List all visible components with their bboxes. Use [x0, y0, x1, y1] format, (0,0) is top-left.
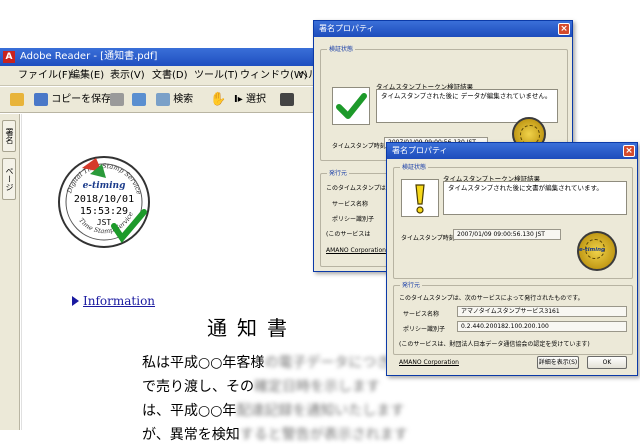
checkmark-icon: [336, 93, 367, 119]
verify-status-label: 検証状態: [327, 44, 356, 53]
search-button[interactable]: 検索: [156, 91, 193, 109]
information-link[interactable]: Information: [72, 294, 155, 308]
hand-tool-button[interactable]: ✋: [210, 91, 226, 109]
document-page: Digital Time Stamp Service Time Stamp Se…: [21, 114, 432, 443]
document-title: 通知書: [207, 316, 297, 340]
seal-logo: e-timing: [83, 181, 126, 191]
summary-text: タイムスタンプされた後に文書が編集されています。: [448, 184, 603, 192]
body-text-blurred: すると警告が表示されます: [239, 427, 408, 443]
menu-document[interactable]: 文書(D): [152, 66, 188, 86]
navigation-sidebar: 署名 ページ: [0, 114, 20, 430]
seal-logo: e-timing: [579, 247, 605, 253]
issuer-name: AMANO Corporation: [399, 359, 459, 366]
dialog-title: 署名プロパティ: [392, 146, 448, 155]
camera-icon: [280, 92, 294, 106]
print-button[interactable]: [110, 91, 124, 109]
dialog-titlebar[interactable]: 署名プロパティ: [314, 21, 572, 37]
signature-properties-dialog-warning: 署名プロパティ × 検証状態 タイムスタンプトークン検証結果 タイムスタンプされ…: [386, 142, 638, 376]
body-text-blurred: 配達記録を通知いたします: [236, 403, 405, 419]
body-line: が、異常を検知すると警告が表示されます: [142, 424, 408, 444]
timestamp-label: タイムスタンプ時刻: [401, 235, 455, 242]
service-note: (このサービスは、財団法人日本データ通信協会の認定を受けています): [399, 341, 590, 348]
exclamation-icon: [415, 184, 425, 214]
body-text-blurred: 確定日時を示します: [254, 379, 380, 395]
issuer-label: 発行元: [327, 168, 350, 177]
menu-tools[interactable]: ツール(T): [194, 66, 238, 86]
policy-id-label: ポリシー識別子: [332, 216, 375, 223]
window-title: Adobe Reader - [通知書.pdf]: [20, 51, 158, 62]
service-name-label: サービス名称: [332, 201, 369, 208]
policy-id-label: ポリシー識別子: [403, 326, 446, 333]
body-text: で売り渡し、その: [142, 379, 254, 395]
adobe-reader-window: A Adobe Reader - [通知書.pdf] ファイル(F) 編集(E)…: [0, 48, 432, 443]
show-details-button[interactable]: 詳細を表示(S): [537, 356, 579, 369]
hand-icon: ✋: [210, 92, 227, 107]
dialog-titlebar[interactable]: 署名プロパティ: [387, 143, 637, 159]
service-note: (このサービスは: [326, 231, 371, 238]
issuer-label: 発行元: [400, 280, 423, 289]
email-button[interactable]: [132, 91, 146, 109]
timestamp-label: タイムスタンプ時刻: [332, 143, 386, 150]
tab-pages[interactable]: ページ: [2, 158, 16, 200]
menu-edit[interactable]: 編集(E): [70, 66, 104, 86]
issuer-intro: このタイムスタンプは、: [326, 185, 392, 192]
issuer-intro: このタイムスタンプは、次のサービスによって発行されたものです。: [399, 295, 584, 302]
body-line: は、平成○○年配達記録を通知いたします: [142, 400, 404, 420]
timestamp-seal[interactable]: Digital Time Stamp Service Time Stamp Se…: [56, 154, 152, 250]
valid-status-box: [332, 87, 370, 125]
body-line: で売り渡し、その確定日時を示します: [142, 376, 380, 396]
timestamp-field: 2007/01/09 09:00:56.130 JST: [453, 229, 561, 240]
seal-timezone: JST: [97, 218, 112, 227]
reader-titlebar[interactable]: A Adobe Reader - [通知書.pdf]: [0, 48, 330, 66]
service-name-label: サービス名称: [403, 311, 440, 318]
floppy-disk-icon: [34, 92, 48, 106]
seal-date: 2018/10/01: [74, 194, 134, 205]
cursor-arrow-icon: ▸: [237, 94, 243, 105]
menubar: ファイル(F) 編集(E) 表示(V) 文書(D) ツール(T) ウィンドウ(W…: [0, 66, 330, 86]
toolbar: コピーを保存 検索 ✋ I▸ 選択: [0, 87, 330, 113]
ok-button[interactable]: OK: [587, 356, 627, 369]
tab-signatures[interactable]: 署名: [2, 120, 16, 152]
body-text: が、異常を検知: [142, 427, 240, 443]
warning-status-box: [401, 179, 439, 217]
summary-text: タイムスタンプされた後に データが編集されていません。: [381, 92, 552, 100]
seal-time: 15:53:29: [80, 206, 128, 217]
close-icon[interactable]: ×: [623, 145, 635, 157]
arrow-right-icon: [72, 296, 79, 306]
menu-file[interactable]: ファイル(F): [18, 66, 72, 86]
issuer-name: AMANO Corporation: [326, 247, 386, 254]
service-name-field: アマノタイムスタンプサービス3161: [457, 306, 627, 317]
save-copy-label: コピーを保存: [51, 94, 112, 105]
select-label: 選択: [245, 94, 266, 105]
printer-icon: [110, 92, 124, 106]
dialog-title: 署名プロパティ: [319, 24, 375, 33]
email-icon: [132, 92, 146, 106]
select-tool-button[interactable]: I▸ 選択: [234, 91, 266, 109]
menu-view[interactable]: 表示(V): [110, 66, 145, 86]
open-button[interactable]: [10, 91, 24, 109]
body-text: は、平成○○年: [142, 403, 237, 419]
folder-icon: [10, 92, 24, 106]
information-link-text: Information: [83, 294, 156, 308]
body-text: 私は平成○○年客様: [142, 355, 265, 371]
snapshot-button[interactable]: [280, 91, 294, 109]
binoculars-icon: [156, 92, 170, 106]
close-icon[interactable]: ×: [558, 23, 570, 35]
save-copy-button[interactable]: コピーを保存: [34, 91, 111, 109]
policy-id-field: 0.2.440.200182.100.200.100: [457, 321, 627, 332]
adobe-reader-icon: A: [3, 51, 15, 63]
verify-status-label: 検証状態: [400, 162, 429, 171]
search-label: 検索: [173, 94, 194, 105]
summary-message: タイムスタンプされた後に文書が編集されています。: [443, 181, 627, 215]
